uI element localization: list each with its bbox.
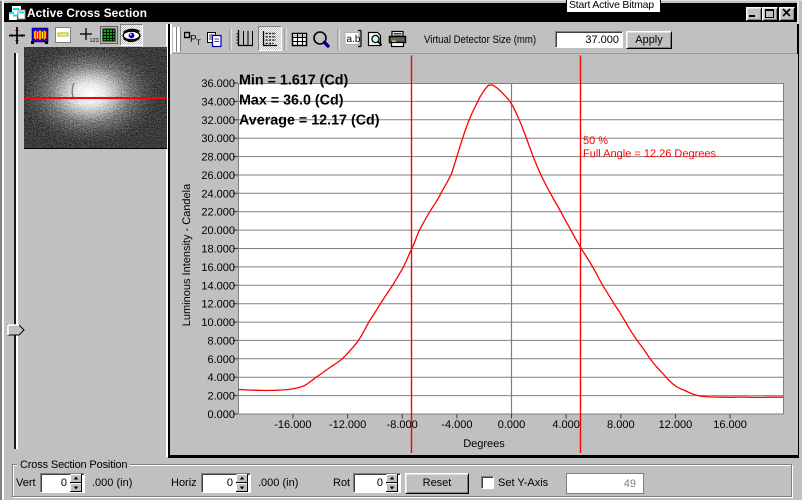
svg-text:14.000: 14.000	[201, 280, 235, 292]
svg-text:24.000: 24.000	[201, 188, 235, 200]
svg-text:16.000: 16.000	[201, 262, 235, 274]
svg-text:36.000: 36.000	[201, 78, 235, 90]
svg-text:26.000: 26.000	[201, 170, 235, 182]
svg-text:T: T	[196, 38, 201, 47]
svg-text:12.000: 12.000	[659, 419, 693, 431]
svg-text:Max = 36.0 (Cd): Max = 36.0 (Cd)	[239, 93, 344, 109]
svg-text:-8.000: -8.000	[387, 419, 418, 431]
svg-text:8.000: 8.000	[607, 419, 635, 431]
svg-text:Average = 12.17 (Cd): Average = 12.17 (Cd)	[239, 113, 380, 129]
svg-text:32.000: 32.000	[201, 115, 235, 127]
svg-text:-12.000: -12.000	[329, 419, 366, 431]
svg-text:6.000: 6.000	[207, 354, 235, 366]
svg-text:Min = 1.617 (Cd): Min = 1.617 (Cd)	[239, 73, 348, 89]
svg-text:2.000: 2.000	[207, 391, 235, 403]
svg-text:Luminous Intensity - Candela: Luminous Intensity - Candela	[181, 183, 193, 326]
svg-text:Full Angle = 12.26 Degrees: Full Angle = 12.26 Degrees	[583, 148, 717, 160]
svg-text:50 %: 50 %	[583, 135, 608, 147]
svg-text:0.000: 0.000	[498, 419, 526, 431]
svg-text:28.000: 28.000	[201, 152, 235, 164]
svg-text:30.000: 30.000	[201, 133, 235, 145]
svg-text:Degrees: Degrees	[463, 438, 505, 450]
svg-text:-4.000: -4.000	[441, 419, 472, 431]
svg-text:12.000: 12.000	[201, 299, 235, 311]
svg-text:22.000: 22.000	[201, 207, 235, 219]
svg-text:0.000: 0.000	[207, 409, 235, 421]
svg-text:123: 123	[90, 38, 99, 44]
svg-text:16.000: 16.000	[713, 419, 747, 431]
svg-text:-16.000: -16.000	[274, 419, 311, 431]
svg-text:10.000: 10.000	[201, 317, 235, 329]
svg-text:8.000: 8.000	[207, 335, 235, 347]
svg-text:a.b: a.b	[347, 34, 361, 45]
svg-text:20.000: 20.000	[201, 225, 235, 237]
svg-text:34.000: 34.000	[201, 96, 235, 108]
svg-text:18.000: 18.000	[201, 244, 235, 256]
svg-text:4.000: 4.000	[207, 372, 235, 384]
svg-text:4.000: 4.000	[552, 419, 580, 431]
